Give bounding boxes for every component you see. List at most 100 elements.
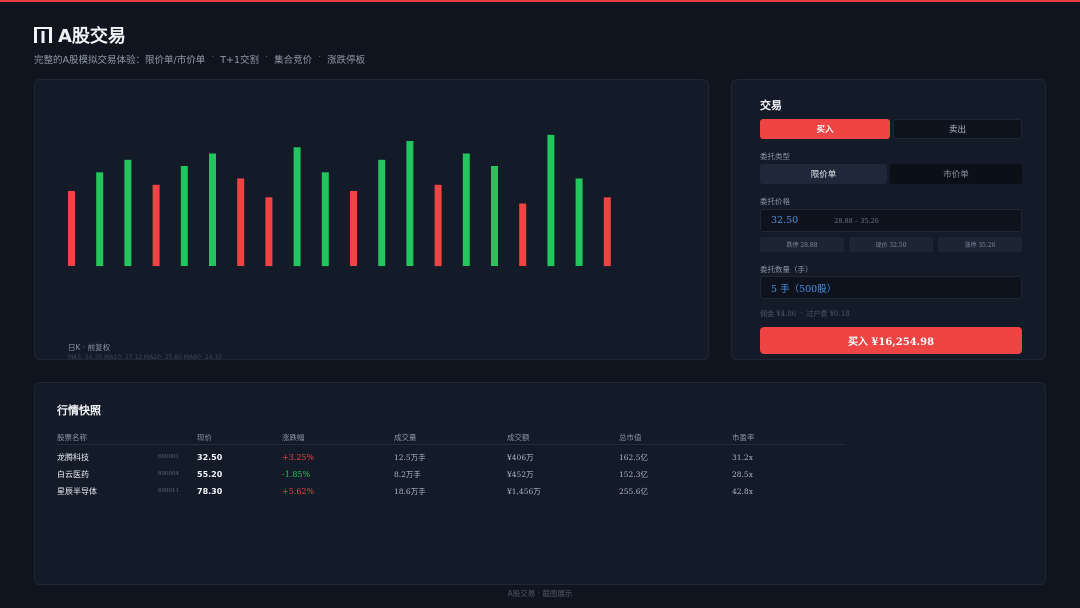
- market-order-option[interactable]: 市价单: [890, 164, 1022, 184]
- price-input[interactable]: 32.50 28.88 – 35.26: [760, 209, 1022, 232]
- chart-bar: [152, 184, 160, 267]
- col-header-pe[interactable]: 市盈率: [732, 430, 845, 444]
- chart-bar: [293, 147, 301, 267]
- fee-sep: ·: [800, 309, 803, 317]
- market-table: 股票名称 现价 涨跌幅 成交量 成交额 总市值 市盈率 龙腾科技 600001 3…: [57, 430, 845, 500]
- stock-name: 星辰半导体 600011: [57, 486, 197, 497]
- stock-price: 32.50: [197, 453, 223, 462]
- chart-bar: [124, 159, 132, 267]
- chart-ma-label: MA5: 26.35 MA10: 27.12 MA20: 25.80 MA60:…: [68, 354, 222, 361]
- stock-change: +5.62%: [282, 487, 315, 496]
- chart-bar: [180, 166, 188, 266]
- chart-bar: [321, 172, 329, 267]
- stock-amount: ¥452万: [507, 470, 534, 479]
- price-label: 委托价格: [760, 197, 790, 206]
- stock-cap: 255.6亿: [619, 487, 648, 496]
- stock-name-text: 龙腾科技: [57, 453, 89, 462]
- table-row[interactable]: 白云医药 600004 55.20 -1.85% 8.2万手 ¥452万 152.…: [57, 466, 845, 483]
- subtitle-part: 完整的A股模拟交易体验：限价单/市价单: [34, 55, 206, 66]
- chart-panel: 日K · 前复权 MA5: 26.35 MA10: 27.12 MA20: 25…: [34, 79, 710, 361]
- order-type-label: 委托类型: [760, 152, 790, 161]
- chart-bar: [547, 134, 555, 267]
- stock-name: 龙腾科技 600001: [57, 452, 197, 463]
- stock-price: 78.30: [197, 487, 223, 496]
- col-header-change[interactable]: 涨跌幅: [282, 430, 394, 444]
- chart-bar: [406, 141, 414, 266]
- trade-title: 交易: [760, 99, 782, 112]
- limit-up-chip[interactable]: 涨停 35.26: [938, 237, 1022, 252]
- quantity-label: 委托数量（手）: [760, 265, 813, 274]
- chart-bar: [237, 178, 245, 266]
- stock-code: 600011: [158, 488, 179, 494]
- stock-code: 600004: [158, 471, 179, 477]
- stock-change: +3.25%: [282, 453, 315, 462]
- quantity-input-value: 5 手（500股）: [771, 283, 837, 295]
- stock-code: 600001: [158, 454, 179, 460]
- stock-name-text: 白云医药: [57, 470, 89, 479]
- submit-buy-button[interactable]: 买入 ¥16,254.98: [760, 327, 1022, 354]
- chart-bar: [575, 178, 583, 266]
- stock-change: -1.85%: [282, 470, 311, 479]
- app-subtitle: 完整的A股模拟交易体验：限价单/市价单 · T+1交割 · 集合竞价 · 涨跌停…: [34, 52, 365, 66]
- table-header: 股票名称 现价 涨跌幅 成交量 成交额 总市值 市盈率: [57, 430, 845, 445]
- table-row[interactable]: 星辰半导体 600011 78.30 +5.62% 18.6万手 ¥1,456万 …: [57, 483, 845, 500]
- chart-bar: [603, 197, 611, 267]
- limit-down-chip[interactable]: 跌停 28.88: [760, 237, 844, 252]
- price-bar-chart[interactable]: [35, 80, 710, 361]
- col-header-volume[interactable]: 成交量: [394, 430, 507, 444]
- stock-pe: 28.5x: [732, 470, 753, 479]
- chart-bar: [68, 191, 75, 266]
- stock-price: 55.20: [197, 470, 223, 479]
- buy-tab[interactable]: 买入: [760, 119, 890, 139]
- chart-bar: [434, 184, 442, 267]
- app-title: A股交易: [34, 22, 126, 48]
- col-header-cap[interactable]: 总市值: [619, 430, 732, 444]
- chart-bar: [462, 153, 470, 266]
- price-range-hint: 28.88 – 35.26: [834, 216, 879, 225]
- stock-volume: 12.5万手: [394, 453, 426, 462]
- stock-name-text: 星辰半导体: [57, 487, 97, 496]
- market-title: 行情快照: [57, 404, 101, 417]
- stock-volume: 18.6万手: [394, 487, 426, 496]
- page-footer: A股交易 · 截图展示: [507, 589, 573, 598]
- stock-amount: ¥1,456万: [507, 487, 541, 496]
- subtitle-sep: ·: [265, 52, 269, 63]
- subtitle-part: 涨跌停板: [327, 55, 366, 66]
- stock-pe: 31.2x: [732, 453, 753, 462]
- market-panel: 行情快照 股票名称 现价 涨跌幅 成交量 成交额 总市值 市盈率 龙腾科技 600…: [34, 382, 1046, 585]
- fee-info: 佣金 ¥4.86 · 过户费 ¥0.18: [760, 309, 850, 319]
- stock-amount: ¥406万: [507, 453, 534, 462]
- chart-bar: [519, 203, 527, 266]
- chart-period-label: 日K · 前复权: [68, 343, 111, 352]
- chart-bar: [350, 191, 357, 266]
- subtitle-part: T+1交割: [220, 55, 260, 66]
- sell-tab[interactable]: 卖出: [893, 119, 1022, 139]
- chart-bar: [209, 153, 216, 266]
- stock-volume: 8.2万手: [394, 470, 421, 479]
- stock-name: 白云医药 600004: [57, 469, 197, 480]
- table-row[interactable]: 龙腾科技 600001 32.50 +3.25% 12.5万手 ¥406万 162…: [57, 449, 845, 466]
- chart-bar: [491, 166, 498, 266]
- col-header-price[interactable]: 现价: [197, 430, 282, 444]
- commission-fee: 佣金 ¥4.86: [760, 310, 797, 318]
- stock-cap: 162.5亿: [619, 453, 648, 462]
- quantity-input[interactable]: 5 手（500股）: [760, 276, 1022, 299]
- current-price-chip[interactable]: 现价 32.50: [849, 237, 933, 252]
- subtitle-sep: ·: [318, 52, 322, 63]
- chart-bar: [265, 197, 273, 267]
- limit-order-option[interactable]: 限价单: [760, 164, 887, 184]
- top-accent-line: [0, 0, 1080, 2]
- stock-pe: 42.8x: [732, 487, 753, 496]
- transfer-fee: 过户费 ¥0.18: [806, 310, 850, 318]
- trade-panel: 交易 买入 卖出 委托类型 限价单 市价单 委托价格 32.50 28.88 –…: [731, 79, 1046, 360]
- stock-cap: 152.3亿: [619, 470, 648, 479]
- col-header-amount[interactable]: 成交额: [507, 430, 619, 444]
- subtitle-part: 集合竞价: [274, 55, 313, 66]
- col-header-name[interactable]: 股票名称: [57, 430, 197, 444]
- market-logo-icon: [34, 27, 52, 43]
- chart-bar: [96, 172, 104, 267]
- price-input-value: 32.50: [771, 215, 799, 226]
- subtitle-sep: ·: [211, 52, 215, 63]
- chart-bar: [378, 159, 386, 267]
- app-title-text: A股交易: [58, 26, 126, 47]
